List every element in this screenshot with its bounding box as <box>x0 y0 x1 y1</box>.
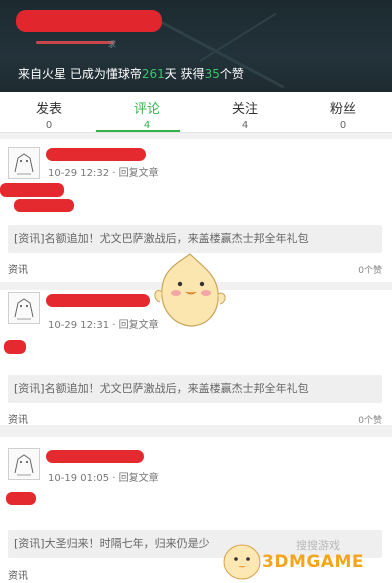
tab-count: 0 <box>339 120 347 131</box>
avatar[interactable] <box>8 448 40 480</box>
watermark-text: 搜搜游戏 <box>296 539 340 552</box>
tab-label: 粉丝 <box>329 102 356 117</box>
name-redaction <box>46 450 144 463</box>
tab-label: 评论 <box>133 102 160 117</box>
tab-count: 0 <box>45 120 53 131</box>
comment-timestamp: 10-29 12:31 <box>48 320 110 331</box>
days-count: 261 <box>141 67 165 81</box>
like-count[interactable]: 0个赞 <box>358 413 382 426</box>
profile-stats: 来自火星 已成为懂球帝261天 获得35个赞 <box>18 65 244 82</box>
tab-comments[interactable]: 评论 4 <box>98 92 196 133</box>
name-redaction <box>46 294 150 307</box>
comment-text-redaction <box>14 199 74 212</box>
likes-count: 35 <box>204 67 220 81</box>
username-redaction <box>16 10 162 32</box>
stats-prefix: 来自火星 已成为懂球帝 <box>18 67 142 81</box>
avatar[interactable] <box>8 292 40 324</box>
tab-posts[interactable]: 发表 0 <box>0 92 98 133</box>
name-redaction <box>46 148 146 161</box>
days-unit: 天 获得 <box>164 67 205 81</box>
comment-meta: 10-19 01:05 · 回复文章 <box>48 473 159 484</box>
comment-timestamp: 10-19 01:05 <box>48 473 110 484</box>
tab-followers[interactable]: 粉丝 0 <box>294 92 392 133</box>
reply-article-link[interactable]: 回复文章 <box>119 473 159 484</box>
quoted-article[interactable]: [资讯]名额追加！尤文巴萨激战后，来盖楼赢杰士邦全年礼包 <box>8 375 382 403</box>
likes-unit: 个赞 <box>219 67 244 81</box>
avatar[interactable] <box>8 147 40 179</box>
reply-article-link[interactable]: 回复文章 <box>119 168 159 179</box>
profile-header: 求 来自火星 已成为懂球帝261天 获得35个赞 <box>0 0 392 92</box>
comment-meta: 10-29 12:32 · 回复文章 <box>48 168 159 179</box>
subtitle-redaction <box>36 41 114 44</box>
comment-meta: 10-29 12:31 · 回复文章 <box>48 320 159 331</box>
comment-text-redaction <box>0 183 64 197</box>
default-avatar-icon <box>14 153 34 175</box>
tab-label: 发表 <box>35 102 62 117</box>
default-avatar-icon <box>14 454 34 476</box>
like-count[interactable]: 0个赞 <box>358 263 382 276</box>
default-avatar-icon <box>14 298 34 320</box>
category-tag[interactable]: 资讯 <box>8 567 28 582</box>
background-decoration <box>199 12 277 62</box>
comment-timestamp: 10-29 12:32 <box>48 168 110 179</box>
tab-label: 关注 <box>231 102 258 117</box>
profile-tabs: 发表 0 评论 4 关注 4 粉丝 0 <box>0 92 392 133</box>
watermark-brand: 3DMGAME <box>262 552 364 572</box>
comment-text-redaction <box>6 492 36 505</box>
header-small-text: 求 <box>108 40 116 49</box>
active-tab-indicator <box>96 130 180 132</box>
tab-following[interactable]: 关注 4 <box>196 92 294 133</box>
tab-count: 4 <box>241 120 249 131</box>
category-tag[interactable]: 资讯 <box>8 411 28 426</box>
comment-text-redaction <box>4 340 26 354</box>
chick-mascot-icon <box>150 248 230 332</box>
category-tag[interactable]: 资讯 <box>8 261 28 276</box>
